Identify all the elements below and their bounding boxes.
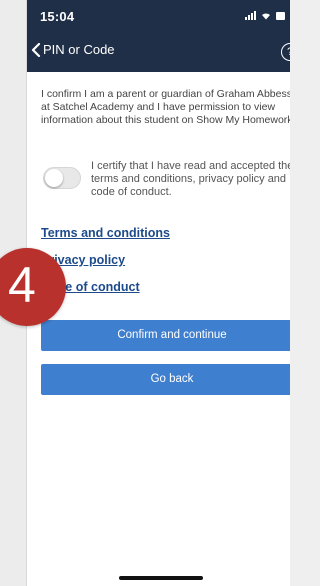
status-bar: 15:04 [27,0,290,32]
main-content: I confirm I am a parent or guardian of G… [41,88,290,127]
phone-screen: 15:04 PIN or Code ? I confirm I am [26,0,290,586]
parent-confirmation-text: I confirm I am a parent or guardian of G… [41,88,290,126]
home-indicator [119,576,203,580]
signal-icon [245,11,256,20]
toggle-knob [45,169,63,187]
confirm-button[interactable]: Confirm and continue [41,320,290,351]
navigation-bar: PIN or Code ? [27,32,290,72]
privacy-link[interactable]: Privacy policy [41,253,281,267]
policy-links: Terms and conditions Privacy policy Code… [41,226,281,307]
conduct-link[interactable]: Code of conduct [41,280,281,294]
terms-link[interactable]: Terms and conditions [41,226,281,240]
page-background: 15:04 PIN or Code ? I confirm I am [0,0,290,586]
status-icons [245,11,285,20]
back-button[interactable]: PIN or Code [31,42,115,57]
back-button-label: PIN or Code [43,42,115,57]
help-icon[interactable]: ? [281,43,290,61]
step-number: 4 [8,257,36,313]
wifi-icon [262,13,270,20]
chevron-left-icon [31,42,41,57]
go-back-button[interactable]: Go back [41,364,290,395]
terms-toggle[interactable] [43,167,81,189]
status-time: 15:04 [40,9,75,24]
terms-toggle-label: I certify that I have read and accepted … [91,160,290,198]
battery-icon [276,12,285,20]
